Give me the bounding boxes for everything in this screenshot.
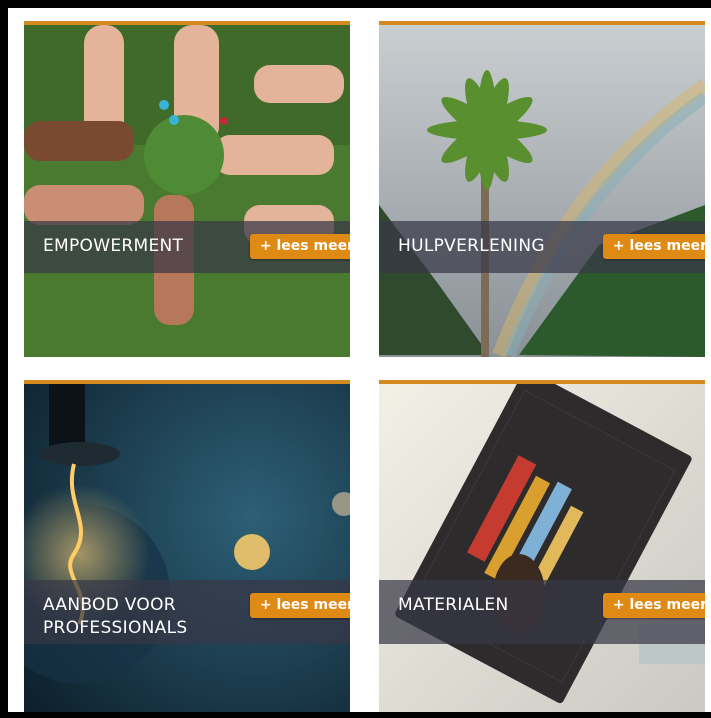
content-frame: EMPOWERMENT + lees meer HULPVERLENING + … [8, 8, 711, 712]
lees-meer-button[interactable]: + lees meer [602, 593, 705, 618]
card-title-line: MATERIALEN [398, 595, 509, 615]
card-title: AANBOD VOOR PROFESSIONALS [43, 594, 187, 640]
card-title: EMPOWERMENT [43, 235, 183, 258]
card-title-line: EMPOWERMENT [43, 236, 184, 256]
light-bulb-photo [24, 384, 350, 712]
card-title: MATERIALEN [398, 594, 509, 617]
card-title-line: AANBOD VOOR [43, 595, 176, 615]
hands-circle-grass-photo [24, 25, 350, 357]
card-title-line: PROFESSIONALS [43, 618, 188, 638]
lees-meer-button[interactable]: + lees meer [249, 234, 350, 259]
card-hulpverlening[interactable]: HULPVERLENING + lees meer [379, 21, 705, 357]
card-title-line: HULPVERLENING [398, 236, 545, 256]
card-aanbod-voor-professionals[interactable]: AANBOD VOOR PROFESSIONALS + lees meer [24, 380, 350, 712]
card-materialen[interactable]: MATERIALEN + lees meer [379, 380, 705, 712]
palm-tree-rainbow-photo [379, 25, 705, 357]
hand-holding-book-photo [379, 384, 705, 712]
card-title: HULPVERLENING [398, 235, 545, 258]
lees-meer-button[interactable]: + lees meer [249, 593, 350, 618]
lees-meer-button[interactable]: + lees meer [602, 234, 705, 259]
card-empowerment[interactable]: EMPOWERMENT + lees meer [24, 21, 350, 357]
